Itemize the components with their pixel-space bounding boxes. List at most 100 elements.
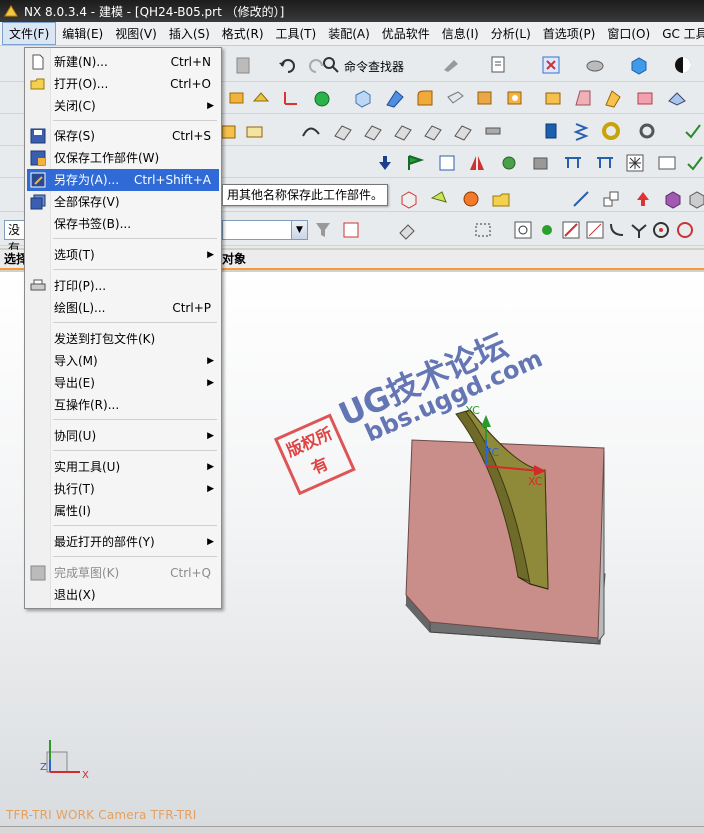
constraint-icon[interactable] — [562, 152, 584, 174]
menu-insert[interactable]: 插入(S) — [163, 23, 216, 44]
ruler-box-icon[interactable] — [662, 188, 684, 210]
menu-item-plot[interactable]: 绘图(L)... Ctrl+P — [27, 297, 219, 319]
edge-blend-icon[interactable] — [414, 87, 436, 109]
g0-continuity-icon[interactable] — [362, 120, 384, 142]
check-green-icon[interactable] — [684, 152, 704, 174]
revolve-icon[interactable] — [250, 87, 272, 109]
trim-body-icon[interactable] — [634, 87, 656, 109]
move-down-icon[interactable] — [374, 152, 396, 174]
menu-item-save-all[interactable]: 全部保存(V) — [27, 191, 219, 213]
end-point-icon[interactable] — [536, 219, 558, 241]
menu-item-interoperate[interactable]: 互操作(R)... — [27, 394, 219, 416]
g1-continuity-icon[interactable] — [392, 120, 414, 142]
menu-item-options[interactable]: 选项(T) ▶ — [27, 244, 219, 266]
menu-item-execute[interactable]: 执行(T) ▶ — [27, 478, 219, 500]
text-feature-icon[interactable] — [244, 120, 266, 142]
g2-continuity-icon[interactable] — [422, 120, 444, 142]
menu-item-export[interactable]: 导出(E) ▶ — [27, 372, 219, 394]
tangent-icon[interactable] — [606, 219, 628, 241]
surface-icon[interactable] — [332, 120, 354, 142]
menu-item-close[interactable]: 关闭(C) ▶ — [27, 95, 219, 117]
curve-icon[interactable] — [300, 120, 322, 142]
command-finder-icon[interactable] — [320, 54, 342, 76]
menu-format[interactable]: 格式(R) — [216, 23, 270, 44]
shell-box-icon[interactable] — [398, 188, 420, 210]
rotate-view-icon[interactable] — [584, 54, 606, 76]
extrude-icon[interactable] — [226, 87, 248, 109]
menu-information[interactable]: 信息(I) — [436, 23, 485, 44]
menu-assembly[interactable]: 装配(A) — [322, 23, 376, 44]
datum-csys-icon[interactable] — [280, 87, 302, 109]
open-part-icon[interactable] — [490, 188, 512, 210]
menu-item-print[interactable]: 打印(P)... — [27, 275, 219, 297]
part-icon[interactable] — [686, 188, 704, 210]
draft-icon[interactable] — [572, 87, 594, 109]
menu-item-utilities[interactable]: 实用工具(U) ▶ — [27, 456, 219, 478]
offset-face-icon[interactable] — [602, 87, 624, 109]
menu-youpin-software[interactable]: 优品软件 — [376, 23, 436, 44]
spring-icon[interactable] — [570, 120, 592, 142]
menu-item-import[interactable]: 导入(M) ▶ — [27, 350, 219, 372]
menu-item-save-bookmark[interactable]: 保存书签(B)... — [27, 213, 219, 235]
eraser-icon[interactable] — [396, 219, 418, 241]
menu-item-new[interactable]: 新建(N)... Ctrl+N — [27, 51, 219, 73]
menu-edit[interactable]: 编辑(E) — [56, 23, 109, 44]
undo-icon[interactable] — [276, 54, 298, 76]
hole-icon[interactable] — [504, 87, 526, 109]
info-icon[interactable] — [488, 54, 510, 76]
menu-item-collaborate[interactable]: 协同(U) ▶ — [27, 425, 219, 447]
menu-item-properties[interactable]: 属性(I) — [27, 500, 219, 522]
book-icon[interactable] — [436, 152, 458, 174]
chamfer-icon[interactable] — [444, 87, 466, 109]
menu-item-save-work-part[interactable]: 仅保存工作部件(W) — [27, 147, 219, 169]
menu-item-save-as[interactable]: 另存为(A)... Ctrl+Shift+A — [27, 169, 219, 191]
type-filter-combo[interactable]: 没有 — [4, 220, 26, 255]
transform-icon[interactable] — [600, 188, 622, 210]
flashlight-icon[interactable] — [428, 188, 450, 210]
split-body-icon[interactable] — [666, 87, 688, 109]
fit-view-icon[interactable] — [540, 54, 562, 76]
quadrant-point-icon[interactable] — [674, 219, 696, 241]
rename-icon[interactable] — [656, 152, 678, 174]
block-icon[interactable] — [352, 87, 374, 109]
sphere-icon[interactable] — [460, 188, 482, 210]
boolean-unite-icon[interactable] — [542, 87, 564, 109]
rectangle-select-icon[interactable] — [472, 219, 494, 241]
menu-item-send-to-package[interactable]: 发送到打包文件(K) — [27, 328, 219, 350]
touch-mode-icon[interactable] — [440, 54, 462, 76]
intersection-icon[interactable] — [628, 219, 650, 241]
snap-point-icon[interactable] — [340, 219, 362, 241]
menu-item-open[interactable]: 打开(O)... Ctrl+O — [27, 73, 219, 95]
menu-item-exit[interactable]: 退出(X) — [27, 584, 219, 606]
menu-file[interactable]: 文件(F) — [2, 22, 57, 45]
flag-icon[interactable] — [404, 152, 426, 174]
component-icon[interactable] — [530, 152, 552, 174]
check-icon[interactable] — [682, 120, 704, 142]
menu-analysis[interactable]: 分析(L) — [485, 23, 537, 44]
menu-item-recent-parts[interactable]: 最近打开的部件(Y) ▶ — [27, 531, 219, 553]
pattern-icon[interactable] — [498, 152, 520, 174]
center-point-icon[interactable] — [650, 219, 672, 241]
chevron-down-icon[interactable]: ▼ — [291, 221, 307, 239]
ring-icon[interactable] — [600, 120, 622, 142]
shell-icon[interactable] — [474, 87, 496, 109]
menu-preferences[interactable]: 首选项(P) — [537, 23, 602, 44]
menu-view[interactable]: 视图(V) — [109, 23, 163, 44]
line-snap-icon[interactable] — [560, 219, 582, 241]
g3-continuity-icon[interactable] — [452, 120, 474, 142]
paste-icon[interactable] — [232, 54, 254, 76]
point-icon[interactable] — [310, 87, 332, 109]
measure-icon[interactable] — [482, 120, 504, 142]
align-icon[interactable] — [570, 188, 592, 210]
scope-filter-combo[interactable]: ▼ — [222, 220, 308, 240]
command-finder-label[interactable]: 命令查找器 — [344, 58, 404, 75]
assembly-icon[interactable] — [594, 152, 616, 174]
background-color-icon[interactable] — [672, 54, 694, 76]
swept-icon[interactable] — [384, 87, 406, 109]
gear-icon[interactable] — [636, 120, 658, 142]
mirror-icon[interactable] — [466, 152, 488, 174]
menu-item-save[interactable]: 保存(S) Ctrl+S — [27, 125, 219, 147]
menu-tools[interactable]: 工具(T) — [270, 23, 323, 44]
filter-icon[interactable] — [312, 219, 334, 241]
select-all-icon[interactable] — [512, 219, 534, 241]
